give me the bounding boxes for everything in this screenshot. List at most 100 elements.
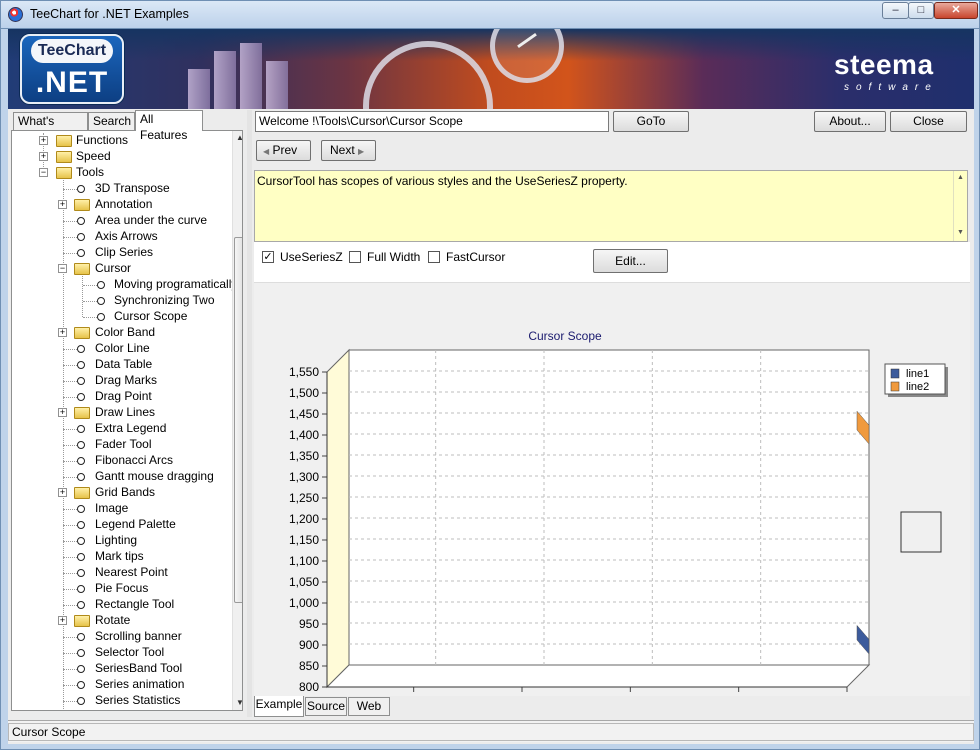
panel-splitter[interactable] xyxy=(247,110,252,717)
tree-scrollbar[interactable]: ▲ ▼ xyxy=(232,131,242,710)
tree-item[interactable]: Gantt mouse dragging xyxy=(12,469,232,485)
description-scrollbar[interactable]: ▲ ▼ xyxy=(953,171,967,241)
tree-item-label: Axis Arrows xyxy=(95,229,158,243)
expand-icon[interactable]: + xyxy=(58,616,67,625)
tree-item[interactable]: Rectangle Tool xyxy=(12,597,232,613)
desc-scroll-up-icon[interactable]: ▲ xyxy=(957,174,964,181)
desc-scroll-down-icon[interactable]: ▼ xyxy=(957,229,964,236)
goto-button[interactable]: GoTo xyxy=(613,111,689,132)
window-close-button[interactable]: ✕ xyxy=(934,2,978,19)
scroll-up-arrow-icon[interactable]: ▲ xyxy=(233,131,242,145)
tree-item[interactable]: Fibonacci Arcs xyxy=(12,453,232,469)
tree-item-label: Scrolling banner xyxy=(95,629,182,643)
prev-button[interactable]: ◀ Prev xyxy=(256,140,311,161)
tree-item[interactable]: − Tools xyxy=(12,165,232,181)
leaf-node-icon xyxy=(77,457,85,465)
tab-web[interactable]: Web xyxy=(348,697,390,716)
tree-item-label: Selector Tool xyxy=(95,645,165,659)
tree-item[interactable]: SeriesBand Tool xyxy=(12,661,232,677)
tree-item[interactable]: Area under the curve xyxy=(12,213,232,229)
expand-icon[interactable]: + xyxy=(58,328,67,337)
edit-button[interactable]: Edit... xyxy=(593,249,668,273)
close-button[interactable]: Close xyxy=(890,111,967,132)
leaf-node-icon xyxy=(77,249,85,257)
tree-item[interactable]: Selector Tool xyxy=(12,645,232,661)
tree-item[interactable]: Axis Arrows xyxy=(12,229,232,245)
tab-whats-new[interactable]: What's New? xyxy=(13,112,88,144)
status-text: Cursor Scope xyxy=(8,723,974,741)
tree-item[interactable]: + Functions xyxy=(12,133,232,149)
scroll-thumb[interactable] xyxy=(234,237,242,603)
leaf-node-icon xyxy=(77,601,85,609)
expand-icon[interactable]: + xyxy=(58,408,67,417)
use-series-z-box[interactable]: ✓ xyxy=(262,251,274,263)
expand-icon[interactable]: + xyxy=(58,488,67,497)
tree-item[interactable]: Drag Point xyxy=(12,389,232,405)
chart-back-wall xyxy=(348,349,870,666)
tree-item[interactable]: Cursor Scope xyxy=(12,309,232,325)
tree-item[interactable]: + Draw Lines xyxy=(12,405,232,421)
tree-item[interactable]: + Annotation xyxy=(12,197,232,213)
minimize-button[interactable]: – xyxy=(882,2,909,19)
about-button[interactable]: About... xyxy=(814,111,886,132)
x-tick-label: -5 xyxy=(733,695,744,697)
steema-brand: steema xyxy=(834,49,934,80)
tab-source[interactable]: Source xyxy=(305,697,347,716)
tab-search[interactable]: Search xyxy=(88,112,135,130)
chart-panel[interactable]: Cursor Scope 800 850 900 950 1,000 1,050 1,100 1… xyxy=(254,282,970,697)
tree-item[interactable]: + Rotate xyxy=(12,613,232,629)
tree-item-label: Cursor Scope xyxy=(114,309,188,323)
tree-item[interactable]: Moving programatically xyxy=(12,277,237,293)
next-arrow-icon: ▶ xyxy=(358,147,365,156)
tree-item[interactable]: + Grid Bands xyxy=(12,485,232,501)
tab-all-features[interactable]: All Features xyxy=(135,110,203,142)
scroll-down-arrow-icon[interactable]: ▼ xyxy=(233,696,242,710)
tree-item[interactable]: Fader Tool xyxy=(12,437,232,453)
full-width-box[interactable] xyxy=(349,251,361,263)
collapse-icon[interactable]: − xyxy=(58,264,67,273)
tree-item[interactable]: Image xyxy=(12,501,232,517)
maximize-button[interactable]: □ xyxy=(908,2,934,19)
tree-item[interactable]: Nearest Point xyxy=(12,565,232,581)
tree-item[interactable]: + Color Band xyxy=(12,325,232,341)
expand-icon[interactable]: + xyxy=(39,136,48,145)
tree-item-label: Rotate xyxy=(95,613,131,627)
tree-item[interactable]: Synchronizing Two xyxy=(12,293,232,309)
tree-item[interactable]: + Speed xyxy=(12,149,232,165)
chart-left-wall xyxy=(326,348,350,689)
legend-label-line2: line2 xyxy=(906,381,929,393)
description-box[interactable]: CursorTool has scopes of various styles … xyxy=(254,170,968,242)
fast-cursor-box[interactable] xyxy=(428,251,440,263)
tree-item-label: Area under the curve xyxy=(95,213,208,227)
path-input[interactable]: Welcome !\Tools\Cursor\Cursor Scope xyxy=(255,111,609,132)
window-frame: TeeChart .NET steema software What's New… xyxy=(0,28,980,750)
tree-item[interactable]: Scrolling banner xyxy=(12,629,232,645)
tree-item[interactable]: Clip Series xyxy=(12,245,232,261)
tab-example[interactable]: Example xyxy=(254,696,304,717)
tree-item[interactable]: Series animation xyxy=(12,677,232,693)
expand-icon[interactable]: + xyxy=(58,200,67,209)
folder-icon xyxy=(74,327,90,339)
next-button[interactable]: Next ▶ xyxy=(321,140,376,161)
collapse-icon[interactable]: − xyxy=(39,168,48,177)
tree-item[interactable]: Extra Legend xyxy=(12,421,232,437)
tree-item[interactable]: Color Line xyxy=(12,341,232,357)
y-tick-label: 800 xyxy=(299,680,319,694)
tree-item-label: SeriesBand Tool xyxy=(95,661,183,675)
tree-item[interactable]: Data Table xyxy=(12,357,232,373)
tree-item[interactable]: − Cursor xyxy=(12,261,232,277)
tree-item[interactable]: Pie Focus xyxy=(12,581,232,597)
tree-item[interactable]: Legend Palette xyxy=(12,517,232,533)
leaf-node-icon xyxy=(97,313,105,321)
tree-item[interactable]: Lighting xyxy=(12,533,232,549)
leaf-node-icon xyxy=(97,281,105,289)
tree-item[interactable]: 3D Transpose xyxy=(12,181,232,197)
full-width-label: Full Width xyxy=(367,250,421,264)
y-tick-label: 1,100 xyxy=(289,554,319,568)
tree-item[interactable]: Drag Marks xyxy=(12,373,232,389)
tree-item[interactable]: Series Statistics xyxy=(12,693,232,709)
tree-item[interactable]: Mark tips xyxy=(12,549,232,565)
expand-icon[interactable]: + xyxy=(39,152,48,161)
logo-bottom-text: .NET xyxy=(35,66,109,99)
cursor-scope-chart[interactable]: Cursor Scope 800 850 900 950 1,000 1,050 1,100 1… xyxy=(254,283,970,697)
